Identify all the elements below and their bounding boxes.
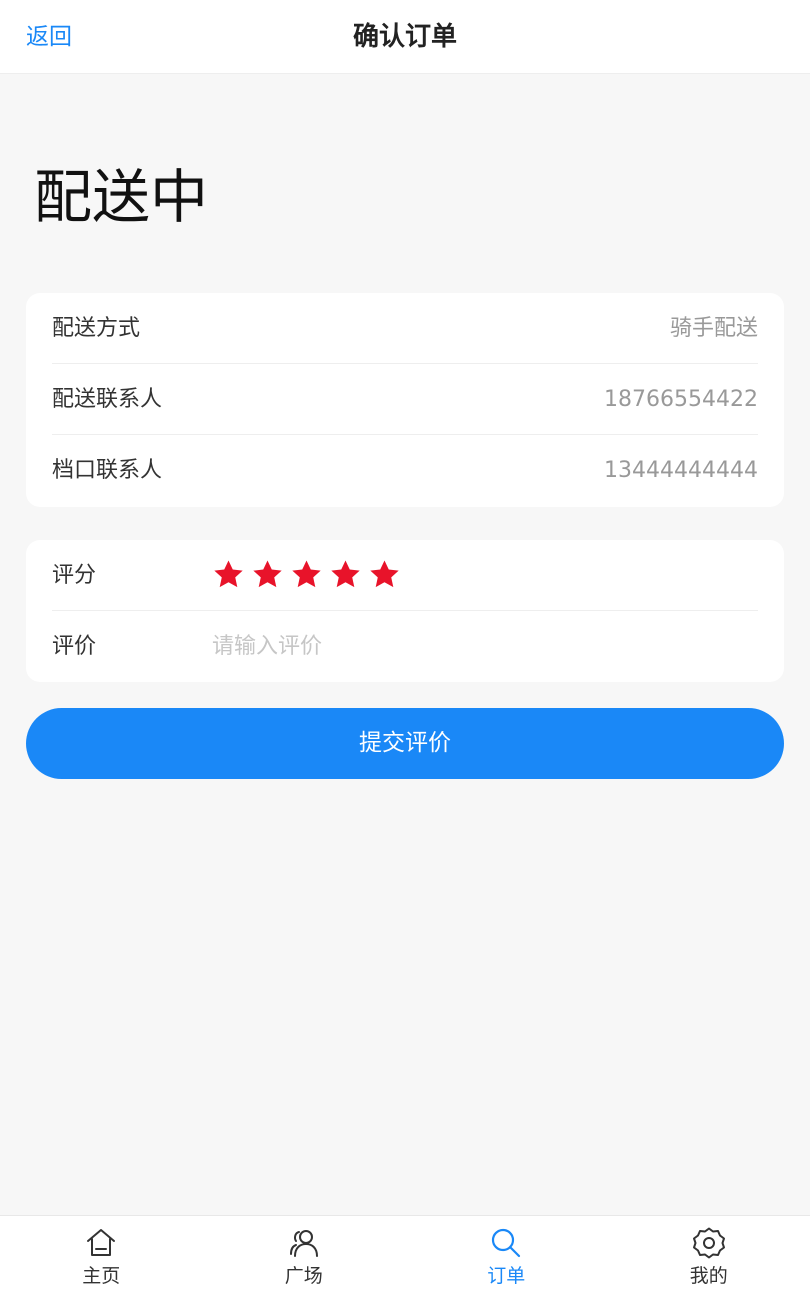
- star-icon[interactable]: [368, 558, 401, 591]
- delivery-method-row: 配送方式 骑手配送: [52, 293, 758, 364]
- tab-mine[interactable]: 我的: [608, 1216, 810, 1296]
- review-card: 评分 评价: [26, 540, 784, 682]
- top-nav-bar: 返回 确认订单: [0, 0, 810, 74]
- rating-row: 评分: [52, 540, 758, 611]
- settings-icon: [692, 1226, 726, 1260]
- delivery-method-label: 配送方式: [52, 316, 141, 341]
- star-icon[interactable]: [329, 558, 362, 591]
- tab-home-label: 主页: [82, 1265, 121, 1287]
- delivery-info-card: 配送方式 骑手配送 配送联系人 18766554422 档口联系人 134444…: [26, 293, 784, 507]
- home-icon: [84, 1226, 118, 1260]
- tab-mine-label: 我的: [689, 1265, 728, 1287]
- stall-contact-label: 档口联系人: [52, 458, 163, 483]
- star-icon[interactable]: [212, 558, 245, 591]
- stall-contact-row: 档口联系人 13444444444: [52, 435, 758, 506]
- tab-square[interactable]: 广场: [203, 1216, 406, 1296]
- users-icon: [287, 1226, 321, 1260]
- stall-contact-value[interactable]: 13444444444: [604, 435, 758, 506]
- delivery-method-value: 骑手配送: [669, 316, 758, 341]
- star-rating[interactable]: [212, 558, 401, 592]
- star-icon[interactable]: [251, 558, 284, 591]
- page-title: 确认订单: [352, 22, 457, 52]
- delivery-contact-row: 配送联系人 18766554422: [52, 364, 758, 435]
- tab-home[interactable]: 主页: [0, 1216, 203, 1296]
- submit-review-button[interactable]: 提交评价: [26, 708, 784, 779]
- tab-square-label: 广场: [284, 1265, 323, 1287]
- review-input[interactable]: [212, 627, 752, 665]
- comment-label: 评价: [52, 634, 97, 659]
- tab-orders-label: 订单: [487, 1265, 526, 1287]
- delivery-contact-value[interactable]: 18766554422: [604, 364, 758, 435]
- rating-label: 评分: [52, 563, 97, 588]
- tab-orders[interactable]: 订单: [405, 1216, 608, 1296]
- comment-row: 评价: [52, 611, 758, 682]
- order-status-text: 配送中: [34, 163, 209, 231]
- search-icon: [489, 1226, 523, 1260]
- delivery-contact-label: 配送联系人: [52, 387, 163, 412]
- bottom-tab-bar: 主页 广场 订单 我的: [0, 1215, 810, 1296]
- star-icon[interactable]: [290, 558, 323, 591]
